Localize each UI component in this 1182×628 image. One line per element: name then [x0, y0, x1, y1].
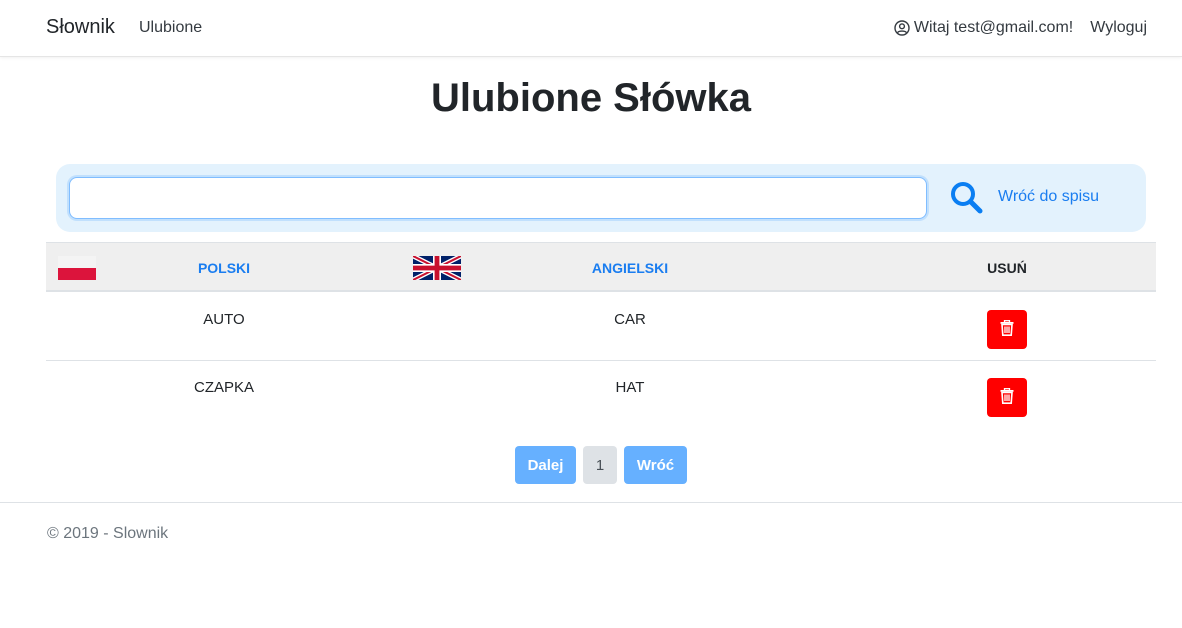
delete-button[interactable] — [987, 310, 1027, 349]
pagination: Dalej 1 Wróć — [515, 446, 687, 484]
brand-link[interactable]: Słownik — [46, 16, 115, 39]
search-icon — [949, 181, 983, 217]
current-page[interactable]: 1 — [583, 446, 617, 484]
logout-link[interactable]: Wyloguj — [1090, 19, 1147, 37]
uk-flag-icon — [411, 253, 463, 283]
header-english[interactable]: ANGIELSKI — [592, 260, 668, 276]
back-to-list-link[interactable]: Wróć do spisu — [998, 188, 1099, 206]
footer-copyright: © 2019 - Slownik — [47, 525, 169, 542]
header-polish[interactable]: POLSKI — [198, 260, 250, 276]
header-delete: USUŃ — [987, 260, 1027, 276]
cell-polish: AUTO — [203, 311, 245, 328]
user-circle-icon — [894, 20, 910, 36]
next-page-button[interactable]: Dalej — [515, 446, 576, 484]
cell-polish: CZAPKA — [193, 379, 255, 396]
trash-icon — [1000, 319, 1014, 339]
table-header: POLSKI ANGIELSKI USUŃ — [46, 242, 1156, 292]
user-area: Witaj test@gmail.com! Wyloguj — [894, 18, 1147, 38]
cell-english: HAT — [615, 379, 645, 396]
prev-page-button[interactable]: Wróć — [624, 446, 687, 484]
search-panel: Wróć do spisu — [56, 164, 1146, 232]
footer-divider — [0, 502, 1182, 503]
search-input[interactable] — [69, 177, 927, 219]
user-greeting[interactable]: Witaj test@gmail.com! — [914, 19, 1073, 37]
polish-flag-icon — [58, 256, 96, 280]
cell-english: CAR — [614, 311, 646, 328]
table-row: CZAPKA HAT — [46, 361, 1156, 429]
navbar: Słownik Ulubione Witaj test@gmail.com! W… — [0, 0, 1182, 57]
table-row: AUTO CAR — [46, 293, 1156, 361]
nav-favorites-link[interactable]: Ulubione — [139, 19, 202, 37]
search-button[interactable] — [946, 178, 986, 218]
page-title: Ulubione Słówka — [430, 76, 752, 120]
delete-button[interactable] — [987, 378, 1027, 417]
trash-icon — [1000, 387, 1014, 407]
